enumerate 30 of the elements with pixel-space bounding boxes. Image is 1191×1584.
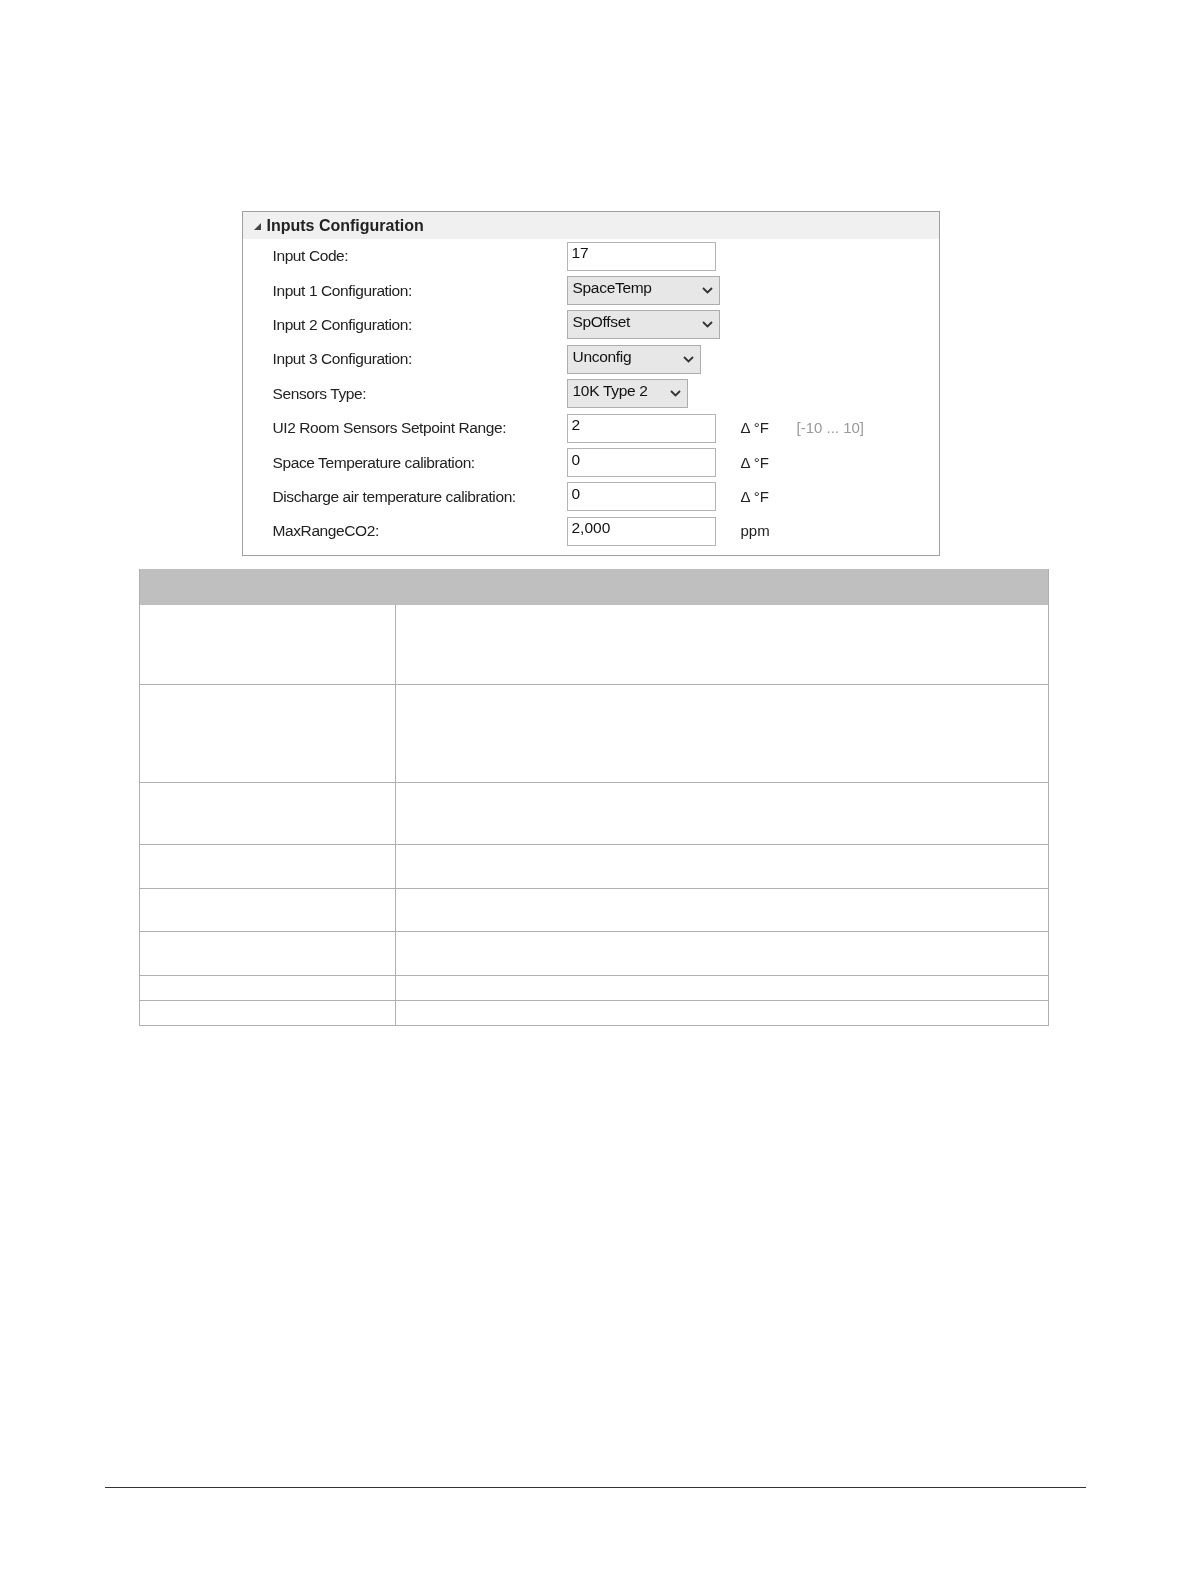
- input-field[interactable]: 2,000: [566, 516, 716, 546]
- field-label: Discharge air temperature calibration:: [272, 487, 517, 506]
- chevron-down-icon: [682, 355, 694, 363]
- field-label: UI2 Room Sensors Setpoint Range:: [272, 419, 508, 438]
- panel-title: Inputs Configuration: [266, 216, 424, 235]
- field-label: Space Temperature calibration:: [272, 453, 476, 472]
- collapse-triangle-icon: [252, 221, 261, 230]
- dropdown[interactable]: Unconfig: [566, 344, 701, 374]
- field-label: Input 3 Configuration:: [272, 350, 413, 369]
- input-field[interactable]: 0: [566, 448, 716, 478]
- dropdown[interactable]: SpaceTemp: [566, 276, 720, 306]
- field-label: Input 1 Configuration:: [272, 281, 413, 300]
- field-label: Input 2 Configuration:: [272, 315, 413, 334]
- unit-label: Δ °F: [740, 453, 770, 471]
- field-label: Input Code:: [272, 247, 350, 266]
- unit-label: Δ °F: [740, 419, 770, 437]
- dropdown[interactable]: 10K Type 2: [566, 379, 688, 409]
- input-field[interactable]: 17: [566, 241, 716, 271]
- unit-label: ppm: [740, 522, 770, 540]
- unit-label: Δ °F: [740, 487, 770, 505]
- chevron-down-icon: [669, 390, 681, 398]
- range-hint: [-10 ... 10]: [796, 419, 865, 437]
- chevron-down-icon: [701, 287, 713, 295]
- panel-header[interactable]: Inputs Configuration: [242, 212, 939, 239]
- field-label: MaxRangeCO2:: [272, 522, 380, 541]
- input-field[interactable]: 2: [566, 413, 716, 443]
- chevron-down-icon: [701, 321, 713, 329]
- dropdown[interactable]: SpOffset: [566, 310, 720, 340]
- field-label: Sensors Type:: [272, 384, 368, 403]
- input-field[interactable]: 0: [566, 482, 716, 512]
